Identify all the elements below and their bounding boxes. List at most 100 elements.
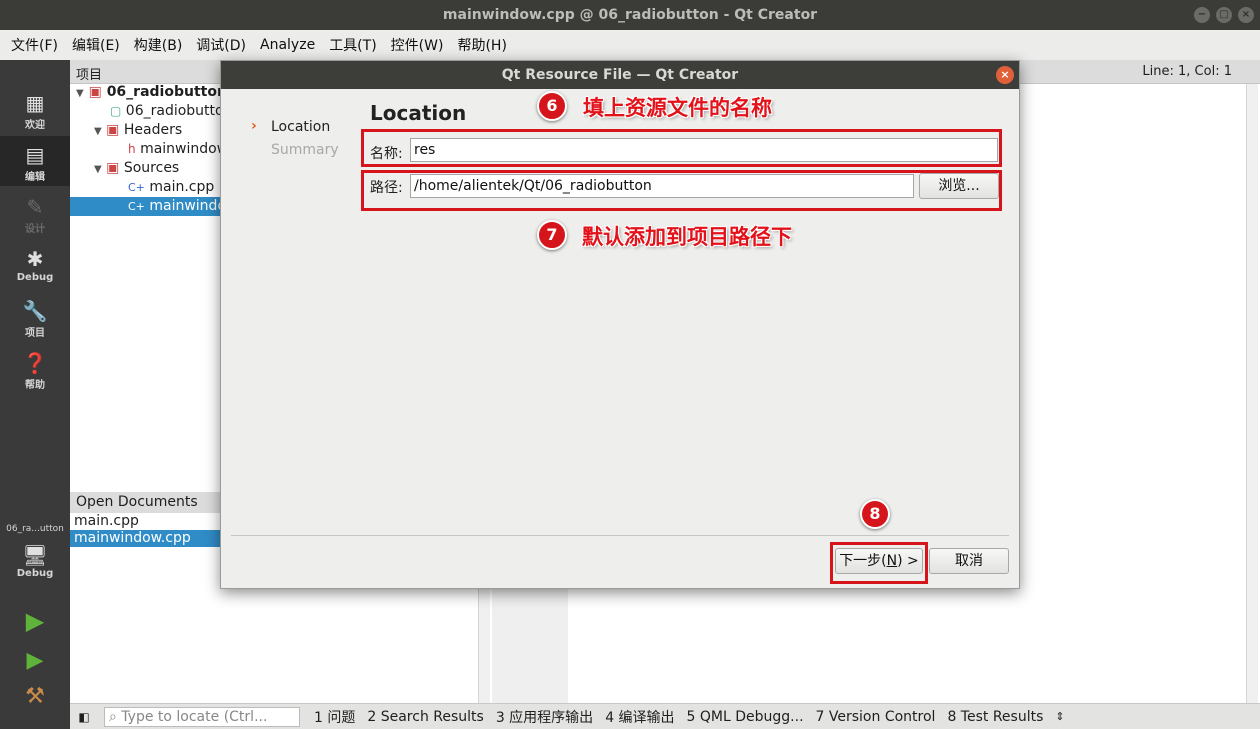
tree-item-label: Headers [123, 122, 183, 138]
search-icon: ⌕ [109, 708, 117, 725]
sidebar-toggle-icon[interactable]: ◧ [70, 710, 98, 724]
window-title: mainwindow.cpp @ 06_radiobutton - Qt Cre… [442, 7, 818, 23]
debug-run-button[interactable]: ▶ [0, 650, 70, 674]
mode-design[interactable]: ✎ 设计 [0, 196, 70, 242]
kit-build-label: Debug [16, 568, 54, 579]
kit-selector[interactable]: 🖥 Debug [0, 544, 70, 592]
edit-icon: ▤ [25, 143, 45, 167]
mode-edit-label: 编辑 [25, 172, 45, 183]
folder-icon: ▣ [106, 160, 120, 176]
window-controls: − □ × [1194, 7, 1254, 23]
tree-item-label: main.cpp [149, 179, 215, 195]
tab-issues[interactable]: 1 问题 [308, 707, 361, 727]
mode-projects[interactable]: 🔧 项目 [0, 300, 70, 346]
tree-item-mainwindow-h[interactable]: h mainwindow.h [70, 140, 240, 159]
step-badge-8: 8 [860, 499, 890, 529]
step-badge-7: 7 [537, 220, 567, 250]
tab-qml-debugger[interactable]: 5 QML Debugg... [681, 709, 810, 725]
window-titlebar: mainwindow.cpp @ 06_radiobutton - Qt Cre… [0, 0, 1260, 30]
tree-item-mainwindow-cpp[interactable]: C+ mainwindow.cpp [70, 197, 266, 216]
project-panel-title: 项目 [76, 68, 103, 83]
tree-item-project[interactable]: ▼ ▣ 06_radiobutton [70, 83, 227, 102]
locator-input[interactable]: ⌕ Type to locate (Ctrl... [104, 706, 300, 727]
mode-edit[interactable]: ▤ 编辑 [0, 136, 70, 186]
dialog-title: Qt Resource File — Qt Creator [221, 61, 1019, 89]
menu-analyze[interactable]: Analyze [253, 37, 322, 53]
menu-help[interactable]: 帮助(H) [450, 35, 513, 55]
menu-edit[interactable]: 编辑(E) [65, 35, 127, 55]
run-button[interactable]: ▶ [0, 607, 70, 635]
mode-help-label: 帮助 [25, 380, 45, 391]
annotation-text-7: 默认添加到项目路径下 [582, 225, 792, 249]
pencil-icon: ✎ [26, 195, 44, 219]
dialog-separator [231, 535, 1009, 536]
tab-app-output[interactable]: 3 应用程序输出 [490, 707, 599, 727]
tree-item-sources[interactable]: ▼ ▣ Sources [70, 159, 179, 178]
chevron-right-icon: › [251, 118, 257, 134]
tab-search-results[interactable]: 2 Search Results [361, 709, 489, 725]
menubar: 文件(F) 编辑(E) 构建(B) 调试(D) Analyze 工具(T) 控件… [0, 30, 1260, 60]
header-file-icon: h [128, 142, 136, 156]
mode-design-label: 设计 [25, 224, 45, 235]
menu-controls[interactable]: 控件(W) [384, 35, 451, 55]
minimize-button[interactable]: − [1194, 7, 1210, 23]
cpp-file-icon: C+ [128, 181, 145, 194]
highlight-path-field [361, 170, 1002, 211]
menu-file[interactable]: 文件(F) [4, 35, 65, 55]
tree-item-label: Sources [123, 160, 180, 176]
tree-item-label: 06_radiobutton [106, 84, 227, 100]
grid-icon: ▦ [25, 91, 45, 115]
cursor-position: Line: 1, Col: 1 [1142, 64, 1232, 79]
editor-scrollbar[interactable] [1246, 84, 1258, 703]
help-icon: ❓ [22, 351, 48, 375]
mode-projects-label: 项目 [25, 328, 45, 339]
page-title: Location [370, 101, 467, 125]
mode-help[interactable]: ❓ 帮助 [0, 352, 70, 398]
mode-debug-label: Debug [16, 272, 54, 283]
highlight-name-field [361, 129, 1002, 167]
kit-project-name: 06_ra...utton [6, 524, 64, 534]
tree-item-headers[interactable]: ▼ ▣ Headers [70, 121, 182, 140]
line-number-gutter [492, 589, 568, 703]
bug-icon: ✱ [26, 247, 44, 271]
open-document-item[interactable]: main.cpp [70, 513, 220, 530]
pro-file-icon: ▢ [110, 104, 122, 118]
highlight-next-button [830, 542, 928, 584]
monitor-icon: 🖥 [22, 543, 48, 567]
wrench-icon: 🔧 [22, 299, 48, 323]
dialog-close-button[interactable]: × [996, 66, 1014, 84]
chevron-down-icon: ▼ [94, 164, 102, 175]
tree-item-main-cpp[interactable]: C+ main.cpp [70, 178, 214, 197]
wizard-step-location: Location [271, 119, 331, 135]
mode-sidebar: ▦ 欢迎 ▤ 编辑 ✎ 设计 ✱ Debug 🔧 项目 ❓ 帮助 06_ra..… [0, 60, 70, 729]
tab-version-control[interactable]: 7 Version Control [810, 709, 942, 725]
run-icon: ▶ [25, 607, 45, 635]
menu-build[interactable]: 构建(B) [127, 35, 190, 55]
locator-placeholder: Type to locate (Ctrl... [121, 708, 268, 725]
project-icon: ▣ [88, 84, 102, 100]
tab-test-results[interactable]: 8 Test Results [941, 709, 1049, 725]
mode-debug[interactable]: ✱ Debug [0, 248, 70, 294]
chevron-down-icon: ▼ [94, 126, 102, 137]
output-pane-bar: ◧ ⌕ Type to locate (Ctrl... 1 问题 2 Searc… [70, 703, 1260, 729]
chevron-down-icon: ▼ [76, 88, 84, 99]
tab-compile-output[interactable]: 4 编译输出 [599, 707, 680, 727]
open-document-item[interactable]: mainwindow.cpp [70, 530, 220, 547]
open-documents-header: Open Documents [70, 492, 220, 513]
debug-run-icon: ▶ [26, 648, 44, 673]
folder-icon: ▣ [106, 122, 120, 138]
maximize-button[interactable]: □ [1216, 7, 1232, 23]
close-button[interactable]: × [1238, 7, 1254, 23]
step-badge-6: 6 [537, 91, 567, 121]
annotation-text-6: 填上资源文件的名称 [583, 96, 772, 120]
build-button[interactable]: ⚒ [0, 686, 70, 710]
hammer-icon: ⚒ [25, 684, 45, 709]
cancel-button[interactable]: 取消 [929, 548, 1009, 574]
cpp-file-icon: C+ [128, 200, 145, 213]
mode-welcome[interactable]: ▦ 欢迎 [0, 92, 70, 138]
mode-welcome-label: 欢迎 [25, 120, 45, 131]
menu-tools[interactable]: 工具(T) [322, 35, 383, 55]
wizard-step-summary: Summary [271, 142, 339, 158]
more-tabs-icon[interactable]: ⇕ [1049, 710, 1070, 723]
menu-debug[interactable]: 调试(D) [189, 35, 253, 55]
